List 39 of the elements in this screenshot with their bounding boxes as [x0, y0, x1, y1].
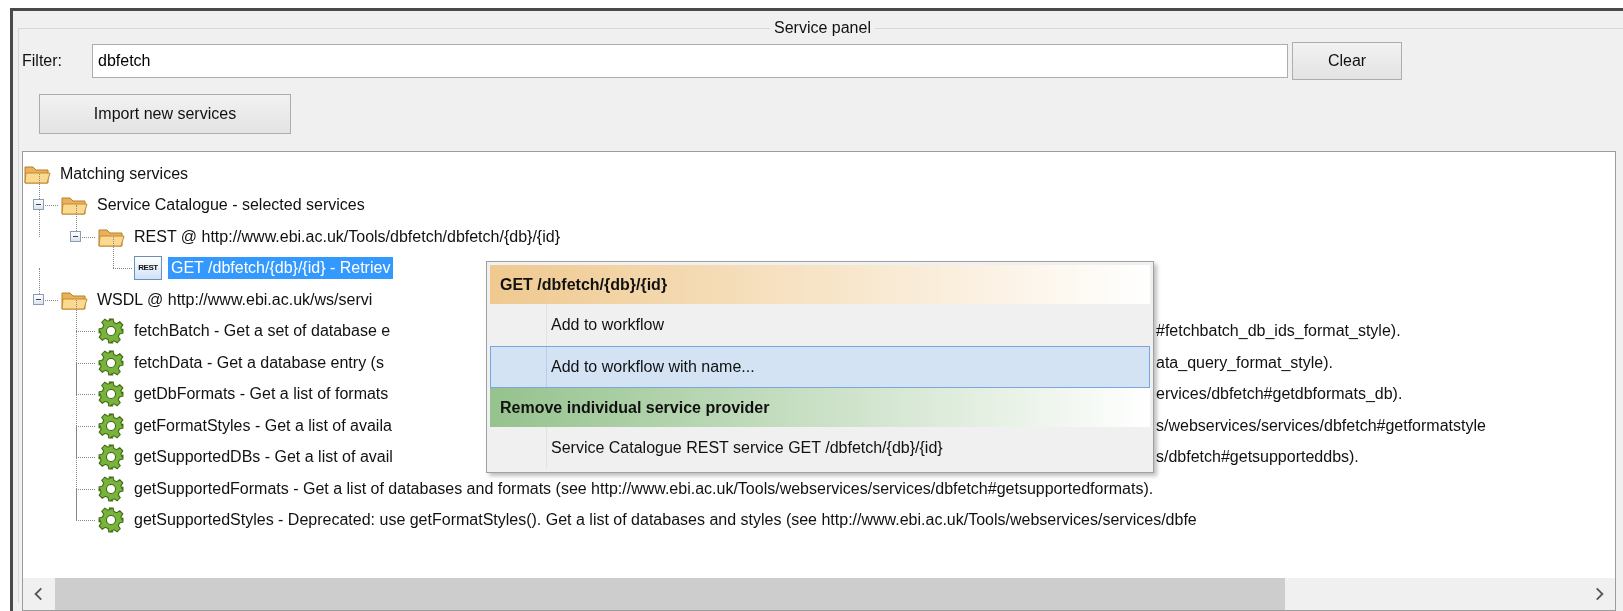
tree-item[interactable]: fetchData - Get a database entry (s: [131, 351, 387, 374]
menu-header: Remove individual service provider: [490, 388, 1150, 427]
scrollbar-thumb[interactable]: [55, 578, 1285, 610]
tree-item[interactable]: fetchBatch - Get a set of database e: [131, 320, 394, 343]
scroll-left-icon[interactable]: [33, 586, 45, 602]
gear-icon: [97, 444, 125, 471]
gear-icon: [97, 349, 125, 376]
import-button[interactable]: Import new services: [39, 94, 291, 134]
collapse-toggle-icon[interactable]: [33, 293, 44, 305]
document-icon: REST: [134, 256, 162, 281]
tree-item[interactable]: getSupportedStyles - Deprecated: use getFormatStyles(). Get a list of databases and styles (see http://www.ebi.ac.uk/Tools/webservices/services/dbfe: [131, 509, 1200, 532]
tree-item-text: ata_query_format_style).: [1156, 352, 1334, 373]
tree-item[interactable]: WSDL @ http://www.ebi.ac.uk/ws/servi: [94, 288, 376, 311]
tree-item[interactable]: Service Catalogue - selected services: [94, 194, 368, 217]
menu-item[interactable]: Add to workflow with name...: [490, 346, 1150, 388]
clear-button[interactable]: Clear: [1292, 42, 1402, 80]
tree-item-text: #fetchbatch_db_ids_format_style).: [1156, 321, 1402, 342]
gear-icon: [97, 412, 125, 439]
tree-item-text: ervices/dbfetch#getdbformats_db).: [1156, 384, 1404, 405]
gear-icon: [97, 381, 125, 408]
gear-icon: [97, 507, 125, 534]
scroll-right-icon[interactable]: [1593, 586, 1605, 602]
tree-item-text: s/dbfetch#getsupporteddbs).: [1156, 447, 1360, 468]
filter-field[interactable]: dbfetch: [92, 44, 1288, 78]
tree-item[interactable]: REST @ http://www.ebi.ac.uk/Tools/dbfetch/dbfetch/{db}/{id}: [131, 225, 563, 248]
collapse-toggle-icon[interactable]: [33, 199, 44, 211]
tree-item-text: s/webservices/services/dbfetch#getformatstyle: [1156, 415, 1487, 436]
panel-title: Service panel: [773, 19, 872, 37]
collapse-toggle-icon[interactable]: [70, 230, 81, 242]
tree-item[interactable]: getDbFormats - Get a list of formats: [131, 383, 392, 406]
tree-item[interactable]: getFormatStyles - Get a list of availa: [131, 414, 395, 437]
tree-item[interactable]: getSupportedDBs - Get a list of avail: [131, 446, 396, 469]
gear-icon: [97, 318, 125, 345]
menu-header: GET /dbfetch/{db}/{id}: [490, 265, 1150, 304]
tree-item[interactable]: Matching services: [57, 162, 192, 185]
gear-icon: [97, 475, 125, 502]
tree-item[interactable]: getSupportedFormats - Get a list of databases and formats (see http://www.ebi.ac.uk/Tools/webservices/services/dbfetch#getsupportedformats).: [131, 477, 1157, 500]
horizontal-scrollbar[interactable]: [23, 578, 1615, 610]
filter-label: Filter:: [22, 52, 63, 70]
